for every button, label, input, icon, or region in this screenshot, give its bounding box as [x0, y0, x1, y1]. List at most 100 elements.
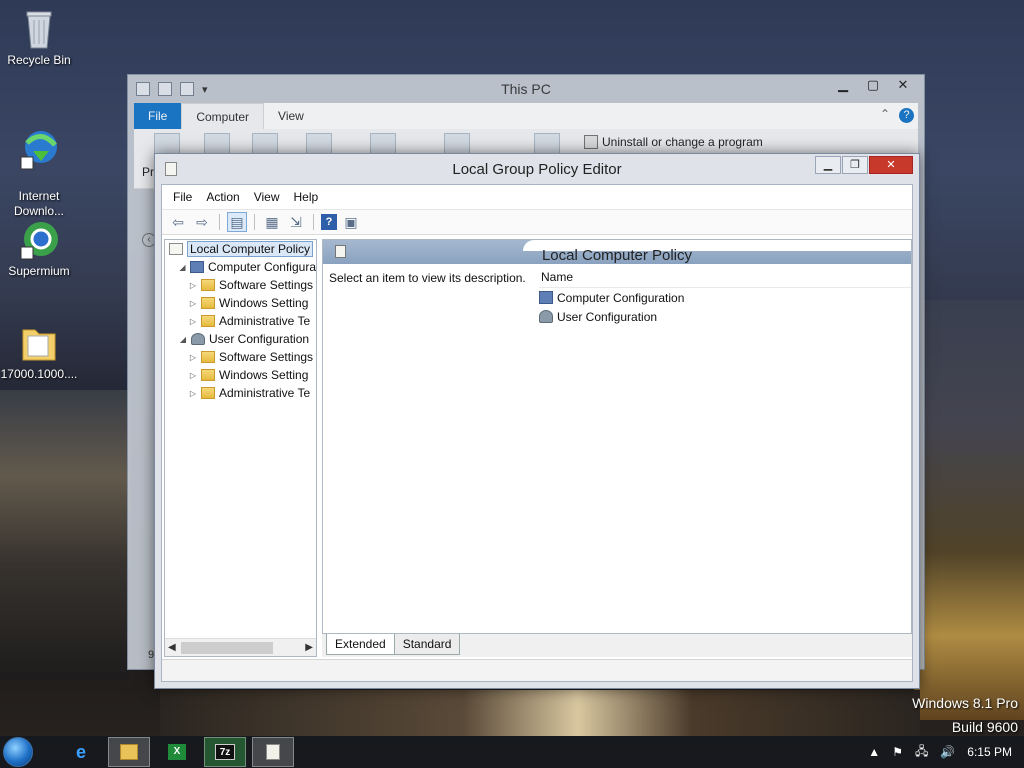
- tree-item-label: Administrative Te: [219, 314, 311, 328]
- expand-arrow-icon[interactable]: ◢: [177, 335, 189, 344]
- minimize-button[interactable]: ▁: [828, 75, 858, 95]
- start-button[interactable]: [0, 736, 36, 768]
- tree-item[interactable]: ▷ Software Settings: [165, 348, 316, 366]
- restore-button[interactable]: ❐: [842, 156, 868, 174]
- recycle-bin-icon: [26, 11, 52, 49]
- tree-item-label: Software Settings: [219, 350, 314, 364]
- menu-help[interactable]: Help: [287, 190, 326, 204]
- properties-icon[interactable]: ▦: [262, 212, 282, 232]
- tree-item[interactable]: ▷ Windows Setting: [165, 294, 316, 312]
- forward-arrow-icon[interactable]: ⇨: [192, 212, 212, 232]
- window-caption-buttons: ▁ ❐ ✕: [815, 156, 913, 174]
- expand-arrow-icon[interactable]: ▷: [187, 371, 199, 380]
- help-icon[interactable]: ?: [321, 214, 337, 230]
- minimize-button[interactable]: ▁: [815, 156, 841, 174]
- description-text: Select an item to view its description.: [329, 271, 526, 285]
- tree-item[interactable]: Local Computer Policy: [165, 240, 316, 258]
- tree-item[interactable]: ▷ Software Settings: [165, 276, 316, 294]
- column-header-name[interactable]: Name: [539, 266, 911, 288]
- list-item-computer-configuration[interactable]: Computer Configuration: [539, 288, 911, 307]
- tree-item-label: Local Computer Policy: [187, 241, 314, 257]
- desktop-icon-label: Recycle Bin: [7, 53, 71, 67]
- toolbar-separator: [254, 214, 255, 230]
- tree-item-label: Computer Configura: [207, 260, 316, 274]
- show-hidden-icons-icon[interactable]: ▲: [868, 745, 880, 759]
- tree-item-label: Windows Setting: [219, 368, 309, 382]
- help-icon[interactable]: ?: [899, 108, 914, 123]
- volume-icon[interactable]: 🔊: [940, 745, 955, 759]
- tree-horizontal-scrollbar[interactable]: ◀ ▶: [165, 638, 316, 656]
- view-tabs: Extended Standard: [322, 633, 912, 657]
- expand-arrow-icon[interactable]: ▷: [187, 281, 199, 290]
- tree-item[interactable]: ▷ Administrative Te: [165, 312, 316, 330]
- list-item-label: Computer Configuration: [557, 290, 685, 305]
- gpe-titlebar[interactable]: Local Group Policy Editor ▁ ❐ ✕: [155, 154, 919, 184]
- uninstall-label: Uninstall or change a program: [602, 135, 763, 149]
- desktop-icon-supermium[interactable]: Supermium: [0, 217, 78, 279]
- tab-computer[interactable]: Computer: [181, 103, 265, 129]
- taskbar-app-excel[interactable]: X: [156, 737, 198, 767]
- scroll-right-icon[interactable]: ▶: [305, 642, 313, 653]
- tab-extended[interactable]: Extended: [326, 634, 395, 655]
- windows-orb-icon: [3, 737, 33, 767]
- folder-icon: [201, 387, 215, 399]
- tree-item[interactable]: ▷ Administrative Te: [165, 384, 316, 402]
- action-center-flag-icon[interactable]: ⚑: [892, 745, 903, 759]
- menu-file[interactable]: File: [166, 190, 199, 204]
- scroll-left-icon[interactable]: ◀: [168, 642, 176, 653]
- taskbar-app-gpedit[interactable]: [252, 737, 294, 767]
- os-build-label: Build 9600: [951, 719, 1018, 735]
- tab-standard[interactable]: Standard: [393, 634, 461, 655]
- tree-item[interactable]: ▷ Windows Setting: [165, 366, 316, 384]
- menu-action[interactable]: Action: [199, 190, 246, 204]
- gpe-client-area: File Action View Help ⇦ ⇨ ▤ ▦ ⇲ ? ▣ Loca…: [161, 184, 913, 682]
- desktop-icon-internet-download[interactable]: Internet Downlo...: [0, 112, 78, 219]
- tree-item-label: Administrative Te: [219, 386, 311, 400]
- tree-item[interactable]: ◢ Computer Configura: [165, 258, 316, 276]
- list-item-user-configuration[interactable]: User Configuration: [539, 307, 911, 326]
- details-header: Local Computer Policy: [323, 240, 911, 264]
- back-arrow-icon[interactable]: ⇦: [168, 212, 188, 232]
- clock[interactable]: 6:15 PM: [967, 745, 1012, 759]
- this-pc-titlebar[interactable]: ▾ This PC ▁ ▢ ✕: [128, 75, 924, 103]
- close-button[interactable]: ✕: [888, 75, 918, 95]
- tab-file[interactable]: File: [134, 103, 182, 129]
- tree-item-label: Windows Setting: [219, 296, 309, 310]
- taskbar: e X 7z ▲ ⚑ 🖧 🔊 6:15 PM: [0, 736, 1024, 768]
- supermium-icon: [20, 222, 58, 260]
- comp-icon: [189, 261, 204, 273]
- expand-arrow-icon[interactable]: ▷: [187, 299, 199, 308]
- folder-icon: [201, 279, 215, 291]
- uninstall-program-button[interactable]: Uninstall or change a program: [584, 135, 763, 149]
- expand-arrow-icon[interactable]: ▷: [187, 317, 199, 326]
- close-button[interactable]: ✕: [869, 156, 913, 174]
- collapse-ribbon-icon[interactable]: ⌃: [880, 107, 890, 121]
- scroll-thumb[interactable]: [181, 642, 273, 654]
- menu-view[interactable]: View: [247, 190, 287, 204]
- taskbar-app-explorer[interactable]: [108, 737, 150, 767]
- show-hide-console-tree-icon[interactable]: ▤: [227, 212, 247, 232]
- desktop-icon-label: 17000.1000....: [0, 367, 78, 381]
- expand-arrow-icon[interactable]: ▷: [187, 353, 199, 362]
- taskbar-app-7zip[interactable]: 7z: [204, 737, 246, 767]
- export-list-icon[interactable]: ⇲: [286, 212, 306, 232]
- os-edition-label: Windows 8.1 Pro: [912, 695, 1018, 711]
- group-policy-editor-window[interactable]: Local Group Policy Editor ▁ ❐ ✕ File Act…: [154, 153, 920, 689]
- menu-bar: File Action View Help: [162, 185, 912, 209]
- tree-item[interactable]: ◢ User Configuration: [165, 330, 316, 348]
- desktop-icon-folder-17000[interactable]: 17000.1000....: [0, 320, 78, 382]
- policy-icon: [169, 243, 183, 255]
- wallpaper-city-right: [914, 300, 1024, 720]
- maximize-button[interactable]: ▢: [858, 75, 888, 95]
- show-hide-action-pane-icon[interactable]: ▣: [341, 212, 361, 232]
- expand-arrow-icon[interactable]: ◢: [177, 263, 188, 272]
- console-tree: Local Computer Policy ◢ Computer Configura…: [164, 239, 317, 657]
- network-icon[interactable]: 🖧: [915, 742, 928, 763]
- tree-rows: Local Computer Policy ◢ Computer Configura…: [165, 240, 316, 638]
- tab-view[interactable]: View: [264, 103, 318, 129]
- computer-config-icon: [539, 291, 553, 304]
- desktop-icon-recycle-bin[interactable]: Recycle Bin: [0, 6, 78, 68]
- items-list: Name Computer Configuration User Configu…: [539, 266, 911, 326]
- expand-arrow-icon[interactable]: ▷: [187, 389, 199, 398]
- taskbar-app-ie[interactable]: e: [60, 737, 102, 767]
